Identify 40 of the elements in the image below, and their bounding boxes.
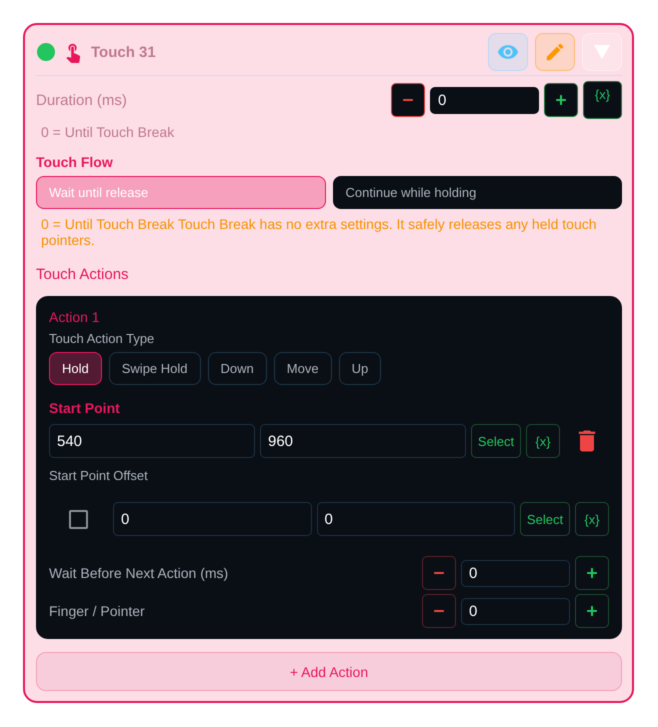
select-button[interactable]: Select	[520, 502, 570, 536]
action-type-chip[interactable]: Down	[208, 352, 267, 385]
decrement-button[interactable]	[391, 83, 425, 117]
number-field[interactable]: 0	[461, 560, 570, 586]
variable-button[interactable]: {x}	[526, 424, 560, 458]
coordinate-field[interactable]: 540	[49, 424, 255, 458]
increment-button[interactable]	[575, 594, 609, 628]
pencil-icon	[544, 41, 566, 63]
plus-icon	[585, 566, 599, 580]
section-title: Start Point	[49, 399, 120, 417]
number-field[interactable]: 0	[461, 598, 570, 624]
plus-icon	[554, 93, 568, 107]
checkbox[interactable]	[69, 510, 88, 528]
field-label: Touch Action Type	[49, 331, 154, 347]
variable-button[interactable]: {x}	[583, 81, 622, 119]
section-title: Touch Actions	[36, 266, 129, 284]
variable-button[interactable]: {x}	[575, 502, 609, 536]
action-type-chip[interactable]: Move	[274, 352, 332, 385]
flow-option[interactable]: Continue while holding	[332, 176, 622, 209]
action-type-chip[interactable]: Up	[338, 352, 382, 385]
field-label: Finger / Pointer	[49, 603, 145, 619]
action-type-chip[interactable]: Swipe Hold	[108, 352, 201, 385]
caret-icon	[594, 45, 610, 59]
field-label: Wait Before Next Action (ms)	[49, 565, 228, 581]
increment-button[interactable]	[575, 556, 609, 590]
increment-button[interactable]	[544, 83, 578, 117]
plus-icon	[585, 604, 599, 618]
action-type-chip[interactable]: Hold	[49, 352, 102, 385]
hint-text: 0 = Until Touch Break	[41, 123, 174, 141]
field-label: Duration (ms)	[36, 92, 127, 108]
card-title: Touch 31	[91, 44, 156, 60]
field-label: Start Point Offset	[49, 468, 148, 484]
note-text: 0 = Until Touch Break Touch Break has no extra settings. It safely releases any held touch pointers.	[41, 216, 598, 248]
select-button[interactable]: Select	[471, 424, 521, 458]
section-title: Touch Flow	[36, 153, 113, 171]
offset-field[interactable]: 0	[316, 502, 515, 536]
coordinate-field[interactable]: 960	[260, 424, 466, 458]
offset-field[interactable]: 0	[113, 502, 312, 536]
number-field[interactable]: 0	[430, 86, 539, 114]
action-title: Action 1	[49, 308, 100, 326]
